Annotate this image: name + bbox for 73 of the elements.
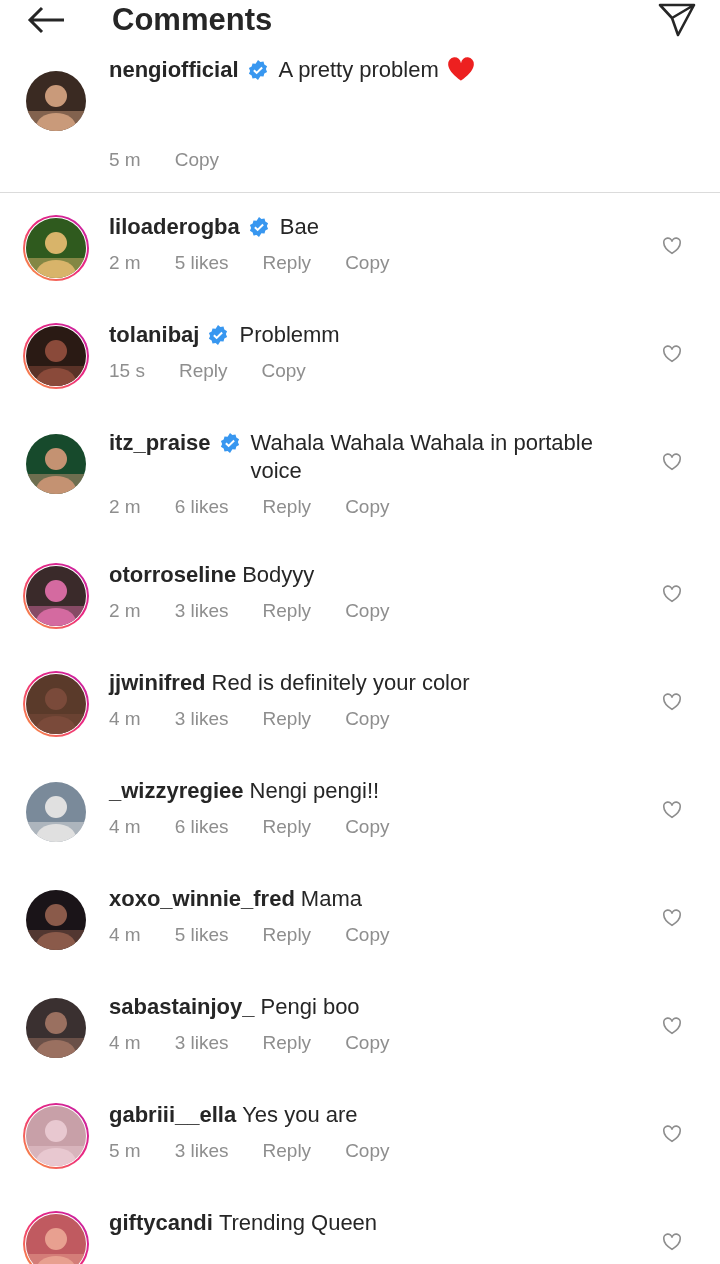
- comment-action[interactable]: Reply: [262, 597, 312, 625]
- comment-action[interactable]: Copy: [345, 921, 390, 949]
- send-button[interactable]: [658, 3, 696, 37]
- comment-text: Red is definitely your color: [211, 669, 471, 697]
- comment-action[interactable]: 3 likes: [174, 1137, 229, 1165]
- comment-action[interactable]: Reply: [262, 249, 312, 277]
- like-button[interactable]: [662, 453, 682, 471]
- comment-time: 4 m: [109, 1031, 141, 1055]
- comment-action[interactable]: Reply: [262, 1029, 312, 1057]
- username[interactable]: nengiofficial: [109, 56, 239, 84]
- comment-time: 4 m: [109, 707, 141, 731]
- comment-text: Nengi pengi!!: [249, 777, 381, 805]
- comment-action[interactable]: Reply: [262, 493, 312, 521]
- comment-time: 5 m: [109, 1139, 141, 1163]
- comment-time: 4 m: [109, 923, 141, 947]
- comment-time: 15 s: [109, 359, 145, 383]
- comment-action[interactable]: 5 likes: [174, 921, 229, 949]
- username[interactable]: gabriii__ella: [109, 1101, 237, 1129]
- comment-text: Pengi boo: [260, 993, 361, 1021]
- comment-action[interactable]: Reply: [262, 813, 312, 841]
- comment-action[interactable]: Copy: [174, 146, 220, 174]
- comment-action[interactable]: 3 likes: [174, 597, 229, 625]
- comment-action[interactable]: Copy: [345, 597, 390, 625]
- comment-action[interactable]: Reply: [262, 705, 312, 733]
- comment-time: 4 m: [109, 815, 141, 839]
- comment-action[interactable]: Copy: [345, 705, 390, 733]
- comment-time: 5 m: [109, 148, 141, 172]
- comment-time: 2 m: [109, 599, 141, 623]
- comment-action[interactable]: 3 likes: [174, 705, 229, 733]
- username[interactable]: liloaderogba: [109, 213, 240, 241]
- comment-text: Trending Queen: [218, 1209, 379, 1237]
- username[interactable]: otorroseline: [109, 561, 237, 589]
- comment-action[interactable]: Copy: [345, 813, 390, 841]
- comment-text: Bodyyy: [242, 561, 316, 589]
- username[interactable]: tolanibaj: [109, 321, 200, 349]
- page-title: Comments: [112, 2, 274, 38]
- like-button[interactable]: [662, 1017, 682, 1035]
- comment-text: Yes you are: [242, 1101, 359, 1129]
- comment-text: Problemm: [239, 321, 341, 349]
- comment-action[interactable]: 3 likes: [174, 1029, 229, 1057]
- comment-action[interactable]: 5 likes: [174, 249, 229, 277]
- comment-text: Bae: [279, 213, 320, 241]
- username[interactable]: sabastainjoy_: [109, 993, 255, 1021]
- comment-action[interactable]: 6 likes: [174, 493, 229, 521]
- comment-action[interactable]: Copy: [261, 357, 306, 385]
- like-button[interactable]: [662, 585, 682, 603]
- heart-icon: [446, 56, 475, 82]
- like-button[interactable]: [662, 693, 682, 711]
- comment-text: Mama: [300, 885, 363, 913]
- comment-action[interactable]: Copy: [345, 1137, 390, 1165]
- username[interactable]: _wizzyregiee: [109, 777, 244, 805]
- comment-time: 2 m: [109, 251, 141, 275]
- username[interactable]: giftycandi: [109, 1209, 213, 1237]
- comment-time: 2 m: [109, 495, 141, 519]
- caption-text: A pretty problem: [278, 56, 439, 84]
- like-button[interactable]: [662, 237, 682, 255]
- comment-action[interactable]: Reply: [262, 921, 312, 949]
- comment-action[interactable]: Reply: [178, 357, 228, 385]
- comment-text: Wahala Wahala Wahala in portable voice: [250, 429, 594, 485]
- like-button[interactable]: [662, 1233, 682, 1251]
- comment-action[interactable]: Copy: [345, 1029, 390, 1057]
- like-button[interactable]: [662, 1125, 682, 1143]
- username[interactable]: itz_praise: [109, 429, 211, 457]
- like-button[interactable]: [662, 801, 682, 819]
- like-button[interactable]: [662, 909, 682, 927]
- back-button[interactable]: [26, 5, 66, 35]
- comment-action[interactable]: Reply: [262, 1137, 312, 1165]
- comment-action[interactable]: Copy: [345, 493, 390, 521]
- comment-action[interactable]: 6 likes: [174, 813, 229, 841]
- username[interactable]: jjwinifred: [109, 669, 206, 697]
- like-button[interactable]: [662, 345, 682, 363]
- username[interactable]: xoxo_winnie_fred: [109, 885, 295, 913]
- comment-action[interactable]: Copy: [345, 249, 390, 277]
